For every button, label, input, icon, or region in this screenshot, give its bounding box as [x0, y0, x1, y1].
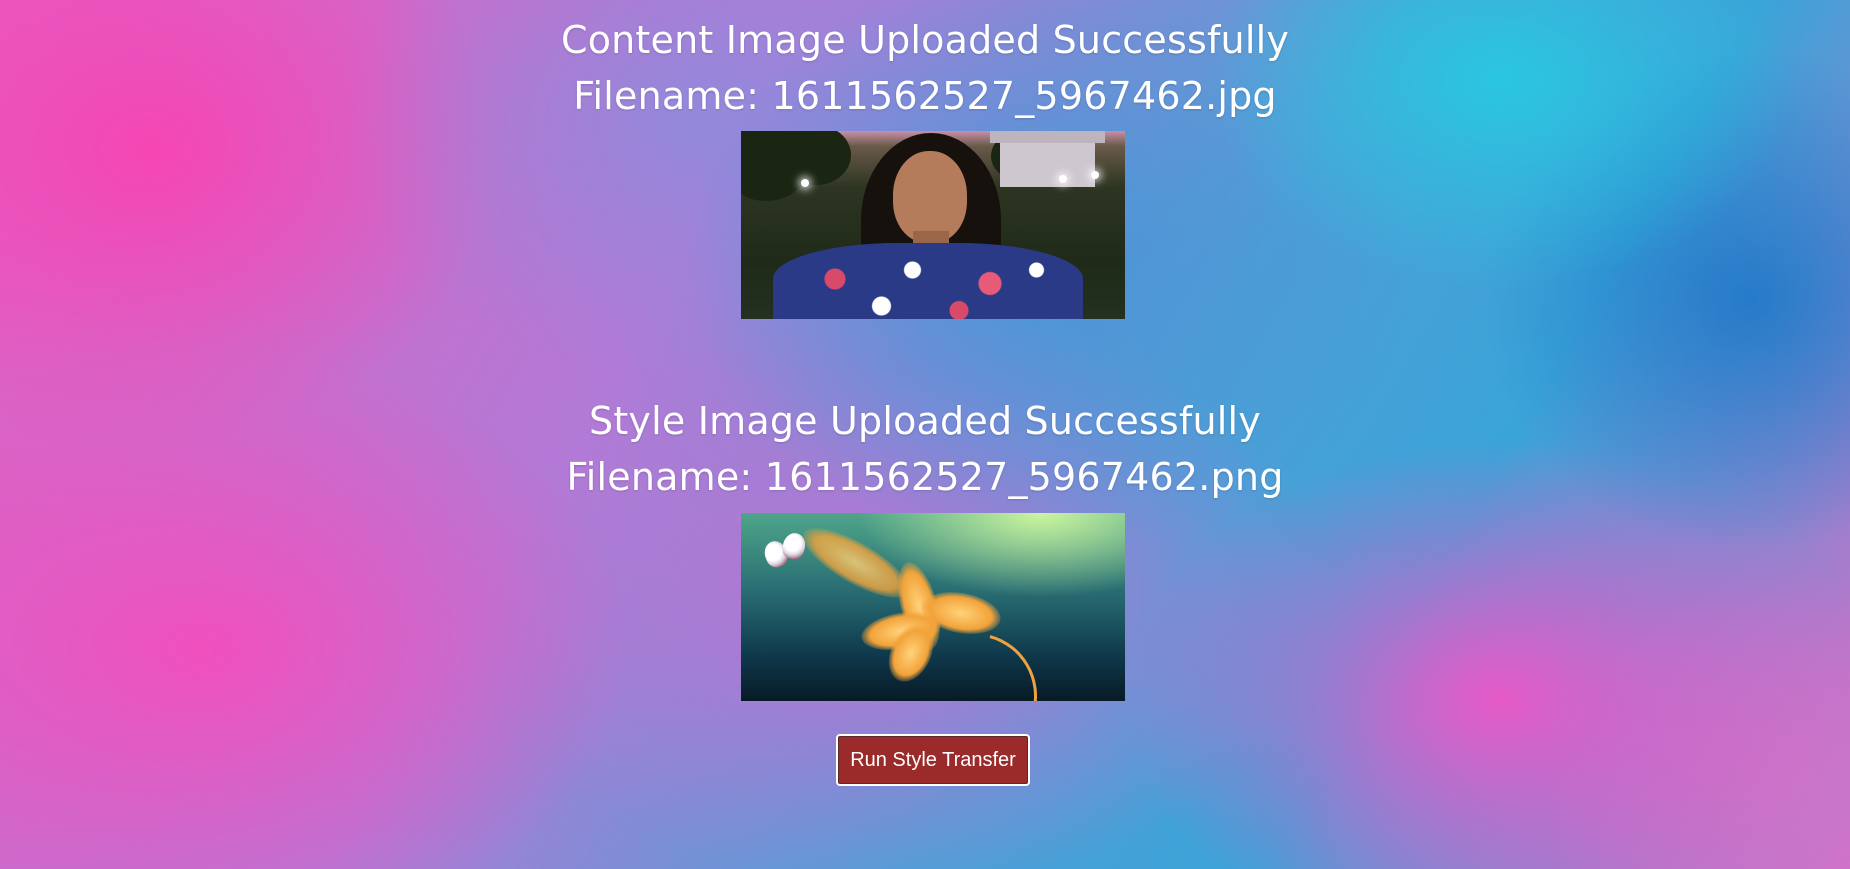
content-upload-section: Content Image Uploaded Successfully File… — [0, 12, 1850, 124]
content-upload-title: Content Image Uploaded Successfully — [560, 18, 1290, 62]
style-image-preview — [741, 513, 1125, 701]
street-light — [801, 179, 809, 187]
run-style-transfer-button[interactable]: Run Style Transfer — [836, 734, 1030, 786]
street-light — [1091, 171, 1099, 179]
content-image-preview — [741, 131, 1125, 319]
person-face — [893, 151, 967, 243]
style-filename: Filename: 1611562527_5967462.png — [566, 455, 1284, 499]
butterfly-icon — [761, 530, 809, 573]
style-upload-title: Style Image Uploaded Successfully — [589, 399, 1261, 443]
content-filename: Filename: 1611562527_5967462.jpg — [573, 74, 1277, 118]
style-upload-section: Style Image Uploaded Successfully Filena… — [0, 393, 1850, 505]
background-building — [990, 131, 1105, 187]
person-dress — [773, 243, 1083, 319]
street-light — [1059, 175, 1067, 183]
